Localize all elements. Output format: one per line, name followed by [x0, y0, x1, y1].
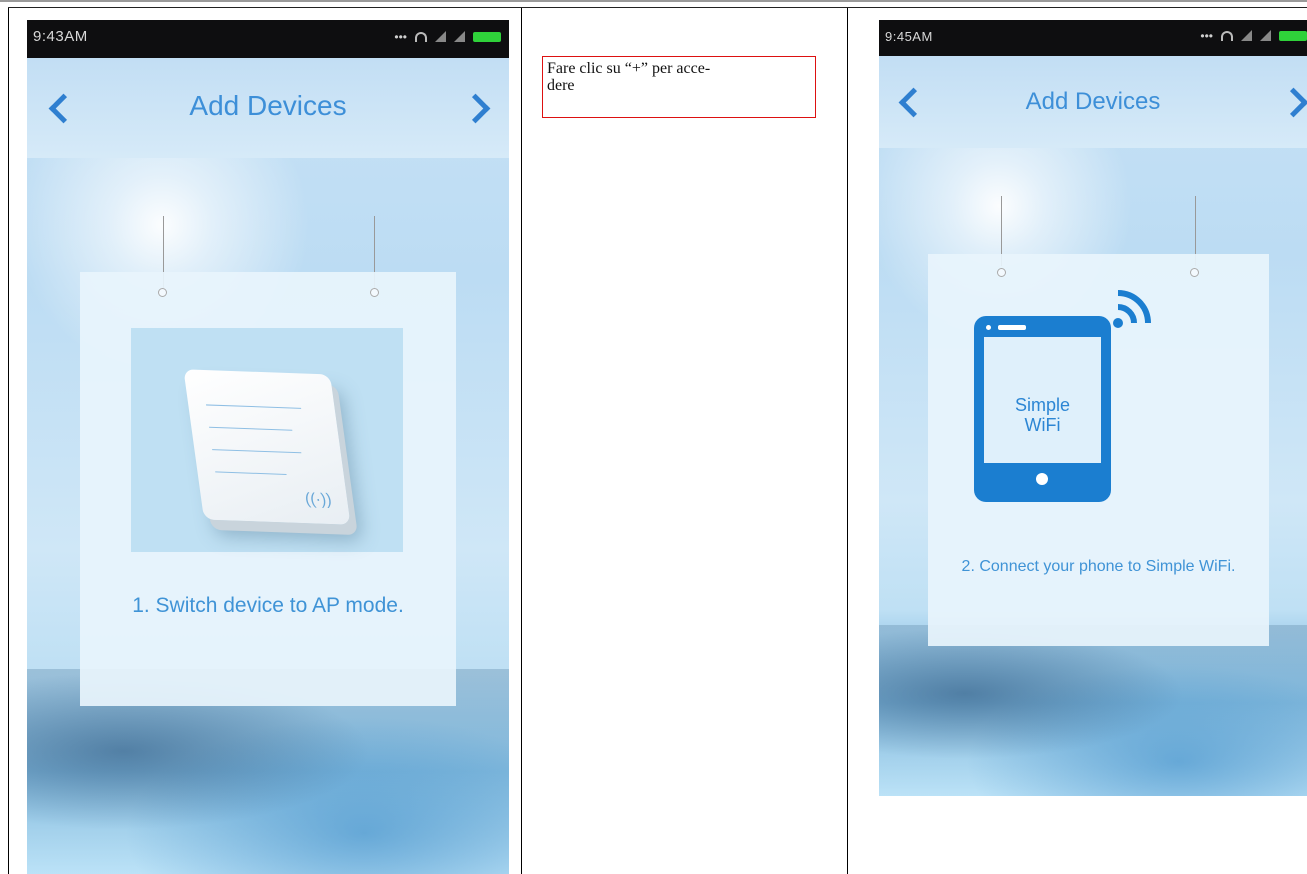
card-hook-right: [1190, 268, 1199, 277]
status-icons: •••: [394, 29, 501, 44]
status-time: 9:45AM: [885, 29, 933, 44]
home-button-icon: [1036, 473, 1048, 485]
instruction-caption: Fare clic su “+” per acce- dere: [542, 56, 816, 118]
battery-icon: [1279, 30, 1307, 41]
wifi-icon: [415, 31, 427, 42]
table-column-divider-1: [521, 8, 522, 874]
wifi-icon: [1221, 30, 1233, 41]
status-time: 9:43AM: [33, 28, 88, 45]
left-phone-screenshot: 9:43AM ••• Add Devices ((·)) 1. Switch d…: [27, 20, 509, 874]
forward-chevron-icon: [460, 93, 490, 123]
forward-button[interactable]: [1277, 74, 1307, 130]
signal-icon: [1241, 30, 1252, 41]
table-top-border: [0, 0, 1307, 2]
caption-line-1: Fare clic su “+” per acce-: [547, 60, 711, 77]
router-device-icon: ((·)): [183, 369, 351, 525]
device-illustration: ((·)): [131, 328, 403, 552]
phone-label-line-1: Simple: [1014, 395, 1071, 415]
more-dots-icon: •••: [1200, 28, 1213, 43]
forward-button[interactable]: [459, 80, 499, 136]
phone-label-line-2: WiFi: [1024, 415, 1061, 435]
card-hook-left: [997, 268, 1006, 277]
step-instruction: 2. Connect your phone to Simple WiFi.: [961, 558, 1236, 575]
more-dots-icon: •••: [394, 29, 407, 44]
phone-screen: Simple WiFi: [984, 337, 1101, 463]
wifi-signal-icon: [1113, 290, 1151, 328]
smartphone-icon: Simple WiFi: [974, 316, 1111, 502]
page-title: Add Devices: [1025, 88, 1161, 115]
nav-header: Add Devices: [27, 58, 509, 158]
caption-line-2: dere: [547, 77, 575, 94]
nav-header: Add Devices: [879, 56, 1307, 148]
status-icons: •••: [1200, 28, 1307, 43]
status-bar: 9:45AM •••: [879, 20, 1307, 56]
forward-chevron-icon: [1278, 87, 1307, 117]
right-phone-screenshot: 9:45AM ••• Add Devices 2. Connect your p…: [879, 20, 1307, 796]
signal-icon: [435, 31, 446, 42]
card-hook-left: [158, 288, 167, 297]
signal-icon: [1260, 30, 1271, 41]
instruction-card: ((·)) 1. Switch device to AP mode.: [80, 272, 456, 706]
pool-background: [879, 625, 1307, 796]
table-left-border: [8, 8, 9, 874]
signal-icon: [454, 31, 465, 42]
table-top-inner-border: [8, 7, 1307, 8]
table-column-divider-2: [847, 8, 848, 874]
status-bar: 9:43AM •••: [27, 20, 509, 58]
wifi-logo-icon: ((·)): [303, 490, 333, 509]
page-title: Add Devices: [189, 90, 347, 121]
card-hook-right: [370, 288, 379, 297]
step-instruction: 1. Switch device to AP mode.: [132, 594, 404, 617]
battery-icon: [473, 31, 501, 42]
